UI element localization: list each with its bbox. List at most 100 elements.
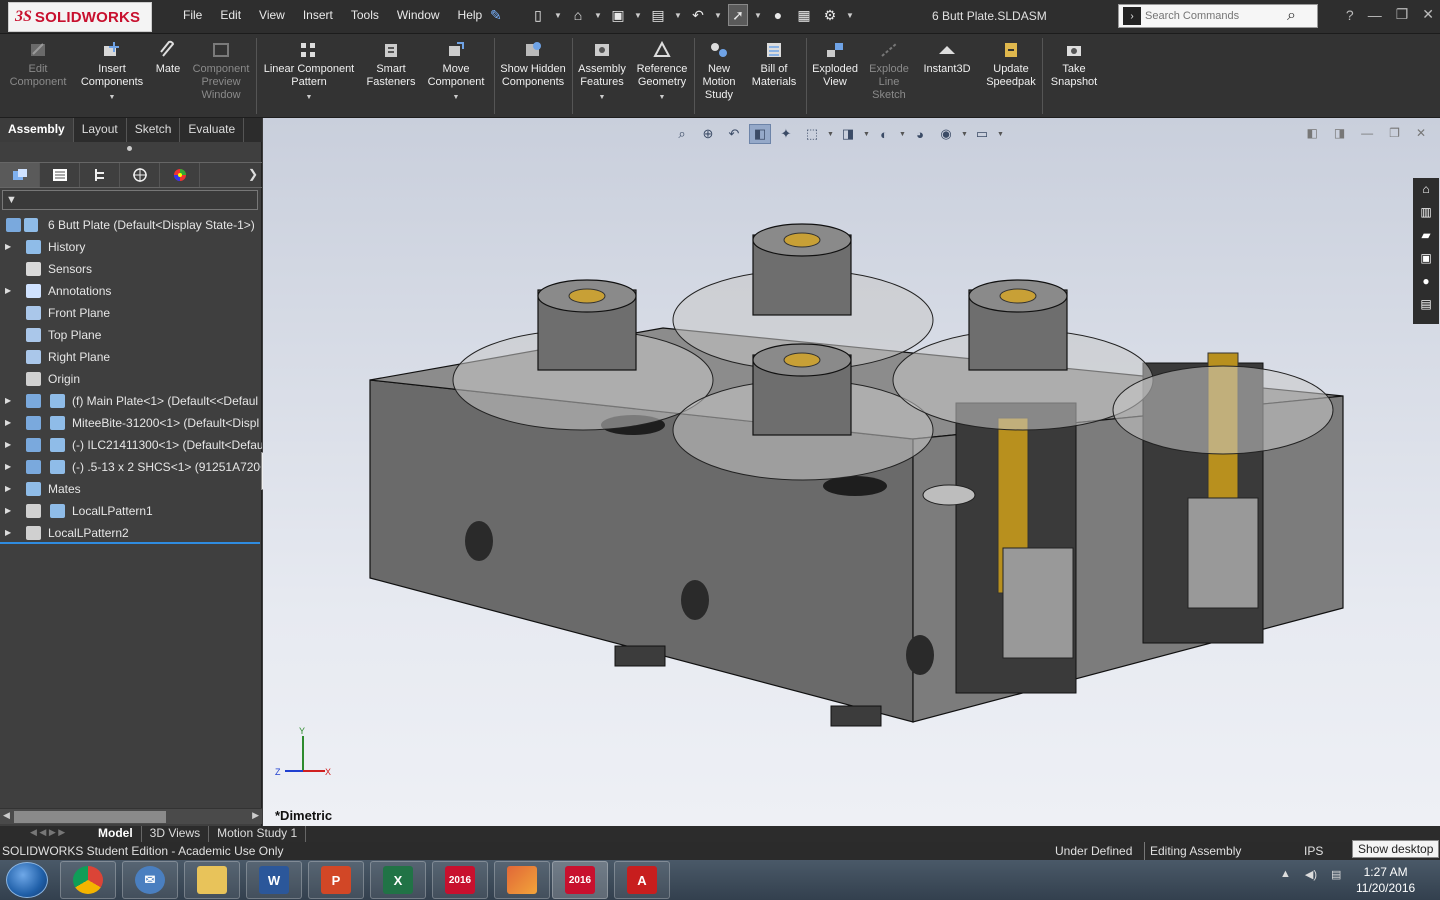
tab-assembly[interactable]: Assembly xyxy=(0,118,74,142)
scroll-thumb[interactable] xyxy=(14,811,166,823)
tile-left-icon[interactable]: ◧ xyxy=(1306,126,1317,140)
pin-menu-icon[interactable]: ✎ xyxy=(490,7,502,24)
restore-icon[interactable]: ❐ xyxy=(1396,6,1409,23)
file-explorer-folder-icon[interactable]: ▰ xyxy=(1417,226,1435,243)
scroll-right-icon[interactable]: ▶ xyxy=(252,810,259,821)
more-tabs-chevron-icon[interactable]: ❯ xyxy=(248,167,258,181)
tree-item[interactable]: ▶ (-) ILC21411300<1> (Default<Defau xyxy=(0,434,262,456)
tab-evaluate[interactable]: Evaluate xyxy=(180,118,245,142)
tab-motion-study-1[interactable]: Motion Study 1 xyxy=(209,826,307,842)
undo-icon[interactable]: ↶ xyxy=(688,4,708,26)
tree-item[interactable]: ▶ MiteeBite-31200<1> (Default<Displ xyxy=(0,412,262,434)
smart-fasteners-button[interactable]: Smart Fasteners xyxy=(362,40,420,89)
print-dropdown-icon[interactable]: ▼ xyxy=(674,11,682,20)
scroll-left-icon[interactable]: ◀ xyxy=(3,810,10,821)
expand-arrow-icon[interactable]: ▶ xyxy=(5,434,11,456)
tree-root-assembly[interactable]: 6 Butt Plate (Default<Display State-1>) xyxy=(0,214,262,236)
component-preview-window-button[interactable]: Component Preview Window xyxy=(188,40,254,102)
network-icon[interactable]: ▤ xyxy=(1331,868,1341,881)
assembly-features-button[interactable]: Assembly Features ▼ xyxy=(574,40,630,104)
taskbar-clock[interactable]: 1:27 AM 11/20/2016 xyxy=(1356,864,1415,896)
displaymanager-tab[interactable] xyxy=(160,163,200,187)
help-dropdown-icon[interactable]: ? xyxy=(1346,7,1354,23)
view-palette-icon[interactable]: ▣ xyxy=(1417,249,1435,266)
propertymanager-tab[interactable] xyxy=(40,163,80,187)
expand-arrow-icon[interactable]: ▶ xyxy=(5,500,11,522)
new-document-icon[interactable]: ▯ xyxy=(528,4,548,26)
taskbar-word[interactable]: W xyxy=(246,861,302,899)
tree-item[interactable]: ▶ History xyxy=(0,236,262,258)
expand-arrow-icon[interactable]: ▶ xyxy=(5,412,11,434)
taskbar-matlab[interactable] xyxy=(494,861,550,899)
menu-insert[interactable]: Insert xyxy=(294,8,342,22)
move-component-dropdown-icon[interactable]: ▼ xyxy=(422,91,490,104)
search-commands-box[interactable]: › ⌕ xyxy=(1118,4,1318,28)
edit-appearance-icon[interactable]: ◕ xyxy=(909,124,931,144)
explode-line-sketch-button[interactable]: Explode Line Sketch xyxy=(864,40,914,102)
design-library-icon[interactable]: ▥ xyxy=(1417,203,1435,220)
options-dropdown-icon[interactable]: ▼ xyxy=(846,11,854,20)
undo-dropdown-icon[interactable]: ▼ xyxy=(714,11,722,20)
file-properties-icon[interactable]: ▦ xyxy=(794,4,814,26)
previous-view-icon[interactable]: ↶ xyxy=(723,124,745,144)
tree-item[interactable]: ▶ (-) .5-13 x 2 SHCS<1> (91251A720<< xyxy=(0,456,262,478)
tree-item[interactable]: ▶ (f) Main Plate<1> (Default<<Defaul xyxy=(0,390,262,412)
tree-item[interactable]: Sensors xyxy=(0,258,262,280)
reference-geometry-button[interactable]: Reference Geometry ▼ xyxy=(632,40,692,104)
move-component-button[interactable]: Move Component ▼ xyxy=(422,40,490,104)
show-hidden-components-button[interactable]: Show Hidden Components xyxy=(496,40,570,89)
taskbar-powerpoint[interactable]: P xyxy=(308,861,364,899)
solidworks-logo[interactable]: 3S SOLIDWORKS xyxy=(8,2,152,32)
mate-button[interactable]: Mate xyxy=(150,40,186,76)
expand-arrow-icon[interactable]: ▶ xyxy=(5,390,11,412)
start-button[interactable] xyxy=(6,862,48,898)
insert-components-button[interactable]: Insert Components ▼ xyxy=(76,40,148,104)
rebuild-traffic-light-icon[interactable]: ● xyxy=(768,4,788,26)
reference-geometry-dropdown-icon[interactable]: ▼ xyxy=(632,91,692,104)
configurationmanager-tab[interactable] xyxy=(80,163,120,187)
volume-icon[interactable]: ◀) xyxy=(1305,868,1317,881)
dimxpertmanager-tab[interactable] xyxy=(120,163,160,187)
tree-item[interactable]: Top Plane xyxy=(0,324,262,346)
tab-scroll-arrows-icon[interactable]: ◀ ◀ ▶ ▶ xyxy=(0,827,90,841)
assembly-3d-model[interactable] xyxy=(263,118,1440,826)
search-input[interactable] xyxy=(1145,10,1285,22)
save-dropdown-icon[interactable]: ▼ xyxy=(634,11,642,20)
expand-arrow-icon[interactable]: ▶ xyxy=(5,522,11,544)
tree-item[interactable]: ▶ Mates xyxy=(0,478,262,500)
panel-drag-dot[interactable] xyxy=(127,146,132,151)
view-orientation-icon[interactable]: ⬚ xyxy=(801,124,823,144)
tile-right-icon[interactable]: ◨ xyxy=(1334,126,1345,140)
apply-scene-icon[interactable]: ◉ xyxy=(935,124,957,144)
expand-arrow-icon[interactable]: ▶ xyxy=(5,236,11,258)
taskbar-solidworks-2016[interactable]: 2016 xyxy=(432,861,488,899)
menu-view[interactable]: View xyxy=(250,8,294,22)
tree-item[interactable]: Origin xyxy=(0,368,262,390)
expand-arrow-icon[interactable]: ▶ xyxy=(5,456,11,478)
hide-show-items-icon[interactable]: ◐ xyxy=(873,124,895,144)
section-view-icon[interactable]: ◧ xyxy=(749,124,771,144)
zoom-to-fit-icon[interactable]: ⌕ xyxy=(671,124,693,144)
taskbar-acrobat[interactable]: A xyxy=(614,861,670,899)
tab-3d-views[interactable]: 3D Views xyxy=(142,826,210,842)
tab-layout[interactable]: Layout xyxy=(74,118,127,142)
appearances-scenes-icon[interactable]: ● xyxy=(1417,272,1435,289)
view-settings-dropdown-icon[interactable]: ▼ xyxy=(997,131,1004,138)
zoom-to-area-icon[interactable]: ⊕ xyxy=(697,124,719,144)
open-dropdown-icon[interactable]: ▼ xyxy=(594,11,602,20)
insert-components-dropdown-icon[interactable]: ▼ xyxy=(76,91,148,104)
menu-help[interactable]: Help xyxy=(449,8,492,22)
taskbar-thunderbird[interactable]: ✉ xyxy=(122,861,178,899)
tree-item[interactable]: ▶ Annotations xyxy=(0,280,262,302)
menu-file[interactable]: File xyxy=(174,8,211,22)
expand-arrow-icon[interactable]: ▶ xyxy=(5,478,11,500)
menu-edit[interactable]: Edit xyxy=(211,8,250,22)
tray-chevron-icon[interactable]: ▲ xyxy=(1280,868,1291,881)
edit-component-button[interactable]: Edit Component xyxy=(4,40,72,89)
take-snapshot-button[interactable]: Take Snapshot xyxy=(1044,40,1104,89)
search-icon[interactable]: ⌕ xyxy=(1287,7,1296,25)
dynamic-annotation-icon[interactable]: ✦ xyxy=(775,124,797,144)
tree-rollback-bar[interactable] xyxy=(0,542,260,544)
tree-item[interactable]: ▶ LocalLPattern1 xyxy=(0,500,262,522)
doc-minimize-icon[interactable]: — xyxy=(1361,126,1373,140)
